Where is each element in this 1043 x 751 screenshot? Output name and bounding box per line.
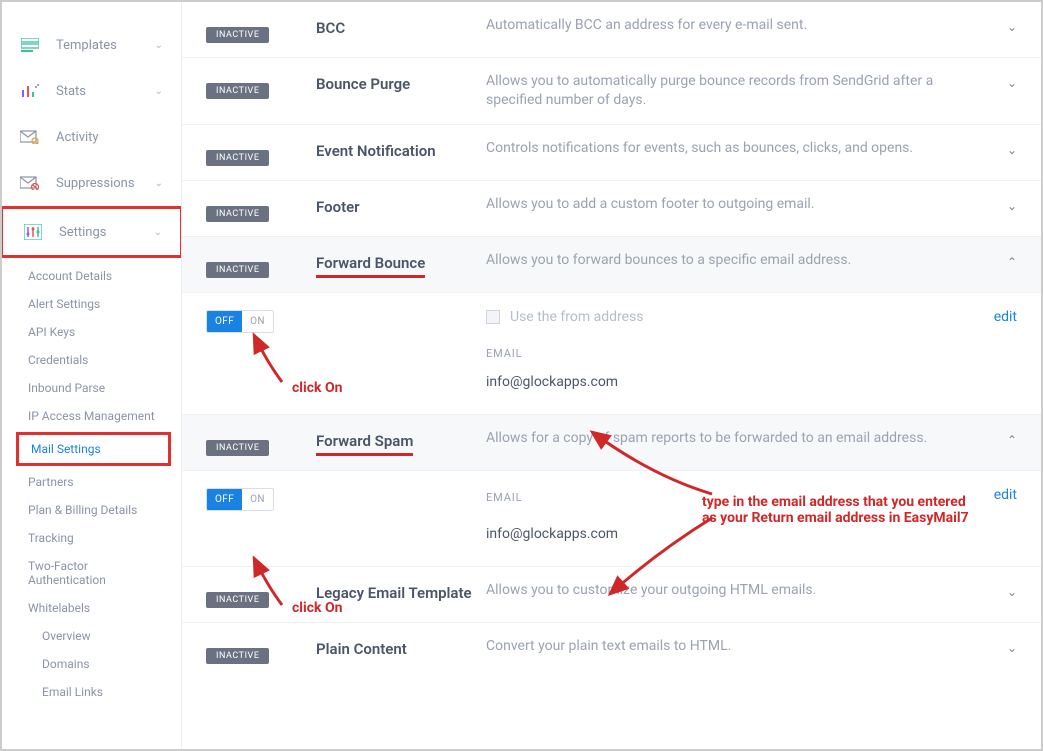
chevron-down-icon: ⌄ — [993, 72, 1017, 90]
chevron-down-icon: ⌄ — [993, 139, 1017, 157]
sidebar-item-settings[interactable]: Settings ⌄ — [3, 209, 180, 255]
setting-description: Allows you to forward bounces to a speci… — [486, 251, 993, 270]
setting-row-bounce-purge[interactable]: INACTIVE Bounce Purge Allows you to auto… — [182, 58, 1041, 125]
toggle-off[interactable]: OFF — [207, 489, 242, 510]
status-badge: INACTIVE — [206, 150, 269, 166]
setting-title: Legacy Email Template — [316, 584, 472, 602]
sidebar-item-account-details[interactable]: Account Details — [2, 262, 181, 290]
setting-title: BCC — [316, 19, 345, 37]
setting-title: Footer — [316, 198, 360, 216]
sidebar-item-templates[interactable]: Templates ⌄ — [2, 22, 181, 68]
edit-link[interactable]: edit — [994, 309, 1017, 325]
sidebar-item-stats[interactable]: Stats ⌄ — [2, 68, 181, 114]
sidebar-item-label: Suppressions — [56, 176, 135, 191]
suppressions-icon — [20, 174, 40, 192]
activity-icon — [20, 128, 40, 146]
setting-row-plain-content[interactable]: INACTIVE Plain Content Convert your plai… — [182, 623, 1041, 678]
edit-link[interactable]: edit — [994, 487, 1017, 503]
setting-title: Event Notification — [316, 142, 436, 160]
chevron-up-icon: ⌃ — [993, 429, 1017, 447]
chevron-down-icon: ⌄ — [993, 195, 1017, 213]
setting-title: Plain Content — [316, 640, 407, 658]
setting-description: Allows you to automatically purge bounce… — [486, 72, 993, 110]
setting-row-footer[interactable]: INACTIVE Footer Allows you to add a cust… — [182, 181, 1041, 237]
forward-bounce-panel: OFF ON Use the from address EMAIL info@g… — [182, 293, 1041, 415]
forward-bounce-toggle[interactable]: OFF ON — [206, 310, 274, 333]
status-badge: INACTIVE — [206, 648, 269, 664]
setting-description: Controls notifications for events, such … — [486, 139, 993, 158]
use-from-checkbox[interactable] — [486, 310, 500, 324]
sidebar-item-two-factor[interactable]: Two-Factor Authentication — [2, 552, 181, 594]
settings-submenu: Account Details Alert Settings API Keys … — [2, 258, 181, 710]
sidebar-item-label: Templates — [56, 38, 117, 53]
setting-row-forward-bounce[interactable]: INACTIVE Forward Bounce Allows you to fo… — [182, 237, 1041, 293]
chevron-down-icon: ⌄ — [155, 86, 163, 97]
sidebar-item-api-keys[interactable]: API Keys — [2, 318, 181, 346]
status-badge: INACTIVE — [206, 27, 269, 43]
setting-description: Automatically BCC an address for every e… — [486, 16, 993, 35]
stats-icon — [20, 82, 40, 100]
setting-description: Allows you to add a custom footer to out… — [486, 195, 993, 214]
sidebar-item-inbound-parse[interactable]: Inbound Parse — [2, 374, 181, 402]
sidebar-item-ip-access[interactable]: IP Access Management — [2, 402, 181, 430]
sidebar-item-tracking[interactable]: Tracking — [2, 524, 181, 552]
setting-description: Allows you to customize your outgoing HT… — [486, 581, 993, 600]
sidebar-item-whitelabels[interactable]: Whitelabels — [2, 594, 181, 622]
setting-row-forward-spam[interactable]: INACTIVE Forward Spam Allows for a copy … — [182, 415, 1041, 471]
chevron-up-icon: ⌃ — [993, 251, 1017, 269]
setting-row-bcc[interactable]: INACTIVE BCC Automatically BCC an addres… — [182, 2, 1041, 58]
forward-spam-panel: OFF ON EMAIL info@glockapps.com edit — [182, 471, 1041, 567]
status-badge: INACTIVE — [206, 206, 269, 222]
status-badge: INACTIVE — [206, 592, 269, 608]
sidebar-item-partners[interactable]: Partners — [2, 468, 181, 496]
status-badge: INACTIVE — [206, 83, 269, 99]
setting-row-legacy-template[interactable]: INACTIVE Legacy Email Template Allows yo… — [182, 567, 1041, 623]
email-field-value: info@glockapps.com — [486, 374, 1017, 390]
sidebar-item-suppressions[interactable]: Suppressions ⌄ — [2, 160, 181, 206]
main-content: INACTIVE BCC Automatically BCC an addres… — [182, 2, 1041, 749]
chevron-down-icon: ⌄ — [155, 178, 163, 189]
annotation-box-settings: Settings ⌄ — [2, 206, 182, 258]
sidebar-item-overview[interactable]: Overview — [2, 622, 181, 650]
sidebar-item-email-links[interactable]: Email Links — [2, 678, 181, 706]
sidebar-item-plan-billing[interactable]: Plan & Billing Details — [2, 496, 181, 524]
settings-icon — [23, 223, 43, 241]
sidebar-item-activity[interactable]: Activity — [2, 114, 181, 160]
email-field-label: EMAIL — [486, 491, 1017, 504]
status-badge: INACTIVE — [206, 440, 269, 456]
annotation-box-mail-settings: Mail Settings — [16, 432, 171, 466]
setting-row-event-notification[interactable]: INACTIVE Event Notification Controls not… — [182, 125, 1041, 181]
setting-title: Bounce Purge — [316, 75, 410, 93]
sidebar: Templates ⌄ Stats ⌄ Activity Suppression… — [2, 2, 182, 749]
use-from-address-row: Use the from address — [486, 309, 1017, 325]
chevron-down-icon: ⌄ — [993, 581, 1017, 599]
toggle-off[interactable]: OFF — [207, 311, 242, 332]
chevron-down-icon: ⌄ — [154, 227, 162, 238]
use-from-label: Use the from address — [510, 309, 644, 325]
sidebar-item-alert-settings[interactable]: Alert Settings — [2, 290, 181, 318]
templates-icon — [20, 36, 40, 54]
sidebar-item-label: Activity — [56, 130, 99, 145]
sidebar-item-label: Settings — [59, 225, 106, 240]
email-field-label: EMAIL — [486, 347, 1017, 360]
sidebar-item-mail-settings[interactable]: Mail Settings — [19, 435, 168, 463]
email-field-value: info@glockapps.com — [486, 526, 1017, 542]
setting-description: Convert your plain text emails to HTML. — [486, 637, 993, 656]
sidebar-item-domains[interactable]: Domains — [2, 650, 181, 678]
setting-description: Allows for a copy of spam reports to be … — [486, 429, 993, 448]
toggle-on[interactable]: ON — [242, 311, 273, 332]
status-badge: INACTIVE — [206, 262, 269, 278]
chevron-down-icon: ⌄ — [993, 16, 1017, 34]
chevron-down-icon: ⌄ — [993, 637, 1017, 655]
setting-title: Forward Bounce — [316, 254, 425, 278]
forward-spam-toggle[interactable]: OFF ON — [206, 488, 274, 511]
sidebar-item-label: Stats — [56, 84, 86, 99]
chevron-down-icon: ⌄ — [155, 40, 163, 51]
setting-title: Forward Spam — [316, 432, 413, 456]
toggle-on[interactable]: ON — [242, 489, 273, 510]
sidebar-item-credentials[interactable]: Credentials — [2, 346, 181, 374]
